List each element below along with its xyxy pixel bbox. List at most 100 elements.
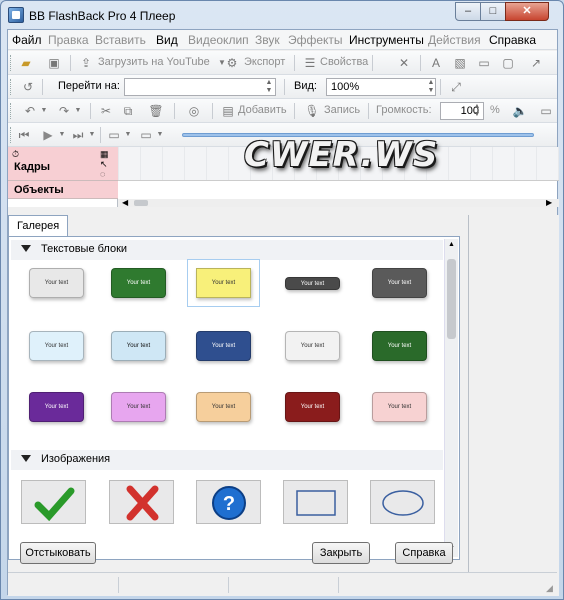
menu-insert[interactable]: Вставить	[95, 33, 146, 47]
properties-button[interactable]: Свойства	[320, 56, 368, 68]
text-block-thumb[interactable]: Your text	[372, 392, 427, 422]
text-block-thumb[interactable]: Your text	[196, 331, 251, 361]
export-button[interactable]: Экспорт	[244, 56, 285, 68]
ellipse-shape-icon	[382, 490, 424, 516]
record-button[interactable]: Запись	[324, 104, 360, 116]
menu-help[interactable]: Справка	[489, 33, 536, 47]
undock-button[interactable]: Отстыковать	[20, 542, 96, 564]
add-icon[interactable]: ▤	[220, 103, 236, 119]
image-checkmark[interactable]	[21, 480, 86, 524]
text-block-thumb[interactable]: Your text	[111, 392, 166, 422]
zoom-select[interactable]	[326, 78, 436, 96]
text-block-thumb[interactable]: Your text	[372, 331, 427, 361]
volume-spinner-icon[interactable]: ▲ ▼	[472, 103, 482, 119]
arrow-tool-icon[interactable]: ↗	[528, 55, 544, 71]
menu-actions[interactable]: Действия	[428, 33, 481, 47]
delete-frame-icon[interactable]: 🗑	[148, 103, 164, 119]
text-block-thumb[interactable]: Your text	[29, 331, 84, 361]
toolbar-grip[interactable]	[10, 55, 13, 71]
menu-sound[interactable]: Звук	[255, 33, 280, 47]
text-block-label: Your text	[126, 343, 151, 349]
images-section-header[interactable]: Изображения	[11, 450, 443, 470]
speaker-icon[interactable]: 🔈	[512, 103, 528, 119]
scroll-right-icon[interactable]: ▶	[546, 198, 552, 207]
text-block-thumb[interactable]: Your text	[285, 392, 340, 422]
scroll-up-icon[interactable]: ▲	[448, 241, 455, 248]
menu-tools[interactable]: Инструменты	[349, 33, 424, 47]
image-question[interactable]: ?	[196, 480, 261, 524]
gallery-scrollbar[interactable]: ▲ ▼	[444, 239, 458, 557]
text-block-thumb[interactable]: Your text	[196, 392, 251, 422]
toolbar-separator	[368, 103, 369, 119]
add-button[interactable]: Добавить	[238, 104, 287, 116]
delete-icon[interactable]: ✕	[396, 55, 412, 71]
text-block-thumb[interactable]: Your text	[285, 277, 340, 290]
cut-icon[interactable]: ✂	[98, 103, 114, 119]
timeline-scrollbar[interactable]: ◀ ▶	[118, 198, 559, 207]
upload-icon[interactable]: ⇪	[78, 55, 94, 71]
text-block-thumb[interactable]: Your text	[111, 331, 166, 361]
text-block-thumb[interactable]: Your text	[285, 331, 340, 361]
resize-grip-icon[interactable]: ◢	[546, 583, 553, 594]
image-tool-icon[interactable]: ▧	[452, 55, 468, 71]
mouse-icon: ◌	[100, 169, 106, 179]
fit-to-window-icon[interactable]: ⤢	[448, 79, 464, 95]
copy-icon[interactable]: ⧉	[120, 103, 136, 119]
text-block-thumb[interactable]: Your text	[29, 268, 84, 298]
menu-edit[interactable]: Правка	[48, 33, 89, 47]
go-to-start-icon[interactable]: ⏮	[16, 127, 32, 143]
maximize-button[interactable]: □	[480, 2, 506, 21]
text-block-thumb[interactable]: Your text	[29, 392, 84, 422]
gallery-scroll-thumb[interactable]	[447, 259, 456, 339]
image-cross[interactable]	[109, 480, 174, 524]
toolbar-grip[interactable]	[10, 127, 13, 143]
goto-input[interactable]	[124, 78, 276, 96]
menu-effects[interactable]: Эффекты	[288, 33, 343, 47]
upload-youtube-button[interactable]: Загрузить на YouTube	[98, 56, 210, 68]
play-dropdown-icon[interactable]: ▼	[54, 127, 70, 143]
zoom-dropdown-icon[interactable]: ▲ ▼	[426, 79, 436, 95]
save-icon[interactable]: ▣	[46, 55, 62, 71]
objects-label: Объекты	[14, 184, 64, 196]
menu-view[interactable]: Вид	[156, 33, 178, 47]
undo-dropdown-icon[interactable]: ▼	[36, 103, 52, 119]
open-folder-icon[interactable]: ▰	[18, 55, 34, 71]
text-block-label: Your text	[44, 343, 69, 349]
timeline-scroll-thumb[interactable]	[134, 200, 148, 206]
button-tool-icon[interactable]: ▢	[500, 55, 516, 71]
properties-icon[interactable]: ☰	[302, 55, 318, 71]
minimize-button[interactable]: ‒	[455, 2, 481, 21]
reset-icon[interactable]: ↺	[20, 79, 36, 95]
screen-dropdown-icon[interactable]: ▼	[120, 127, 136, 143]
app-window: BB FlashBack Pro 4 Плеер ‒ □ ✕ Файл Прав…	[0, 0, 564, 600]
text-blocks-section-header[interactable]: Текстовые блоки	[11, 240, 443, 260]
frame-dropdown-icon[interactable]: ▼	[152, 127, 168, 143]
tab-gallery[interactable]: Галерея	[8, 215, 68, 237]
effects-icon[interactable]: ◎	[186, 103, 202, 119]
help-button[interactable]: Справка	[395, 542, 453, 564]
scroll-left-icon[interactable]: ◀	[122, 198, 128, 207]
toolbar-grip[interactable]	[10, 79, 13, 95]
text-block-thumb[interactable]: Your text	[372, 268, 427, 298]
goto-spinner-icon[interactable]: ▲ ▼	[264, 79, 274, 95]
end-dropdown-icon[interactable]: ▼	[84, 127, 100, 143]
right-side-panel	[468, 215, 559, 596]
toolbar-grip[interactable]	[10, 103, 13, 119]
image-ellipse[interactable]	[370, 480, 435, 524]
text-block-thumb[interactable]: Your text	[111, 268, 166, 298]
text-block-label: Your text	[44, 280, 69, 286]
microphone-icon[interactable]: 🎙	[304, 103, 320, 119]
menu-videoclip[interactable]: Видеоклип	[188, 33, 249, 47]
collapse-arrow-icon[interactable]	[21, 245, 31, 252]
text-tool-icon[interactable]: A	[428, 55, 444, 71]
image-rectangle[interactable]	[283, 480, 348, 524]
text-block-thumb[interactable]: Your text	[187, 259, 260, 307]
caption-icon[interactable]: ▭	[538, 103, 554, 119]
export-icon[interactable]: ⚙	[224, 55, 240, 71]
rectangle-tool-icon[interactable]: ▭	[476, 55, 492, 71]
close-window-button[interactable]: ✕	[505, 2, 549, 21]
redo-dropdown-icon[interactable]: ▼	[70, 103, 86, 119]
menu-file[interactable]: Файл	[12, 33, 42, 47]
collapse-arrow-icon[interactable]	[21, 455, 31, 462]
close-button[interactable]: Закрыть	[312, 542, 370, 564]
